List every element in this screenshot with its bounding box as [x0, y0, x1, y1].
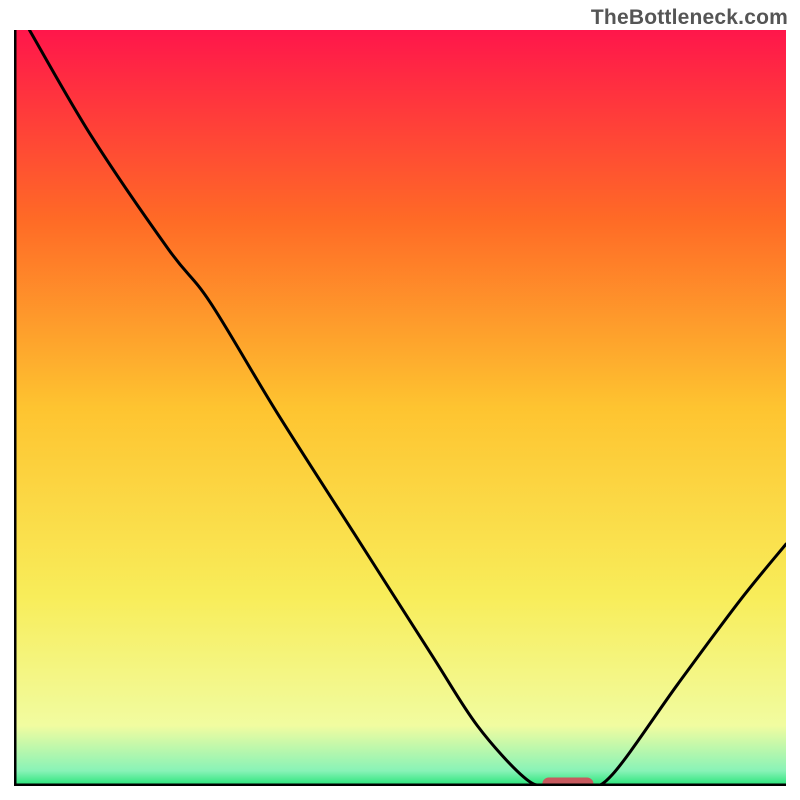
attribution-text: TheBottleneck.com	[591, 6, 788, 30]
plot-area	[14, 30, 786, 786]
gradient-background	[14, 30, 786, 786]
chart-svg	[14, 30, 786, 786]
chart-container: { "attribution": "TheBottleneck.com", "c…	[0, 0, 800, 800]
